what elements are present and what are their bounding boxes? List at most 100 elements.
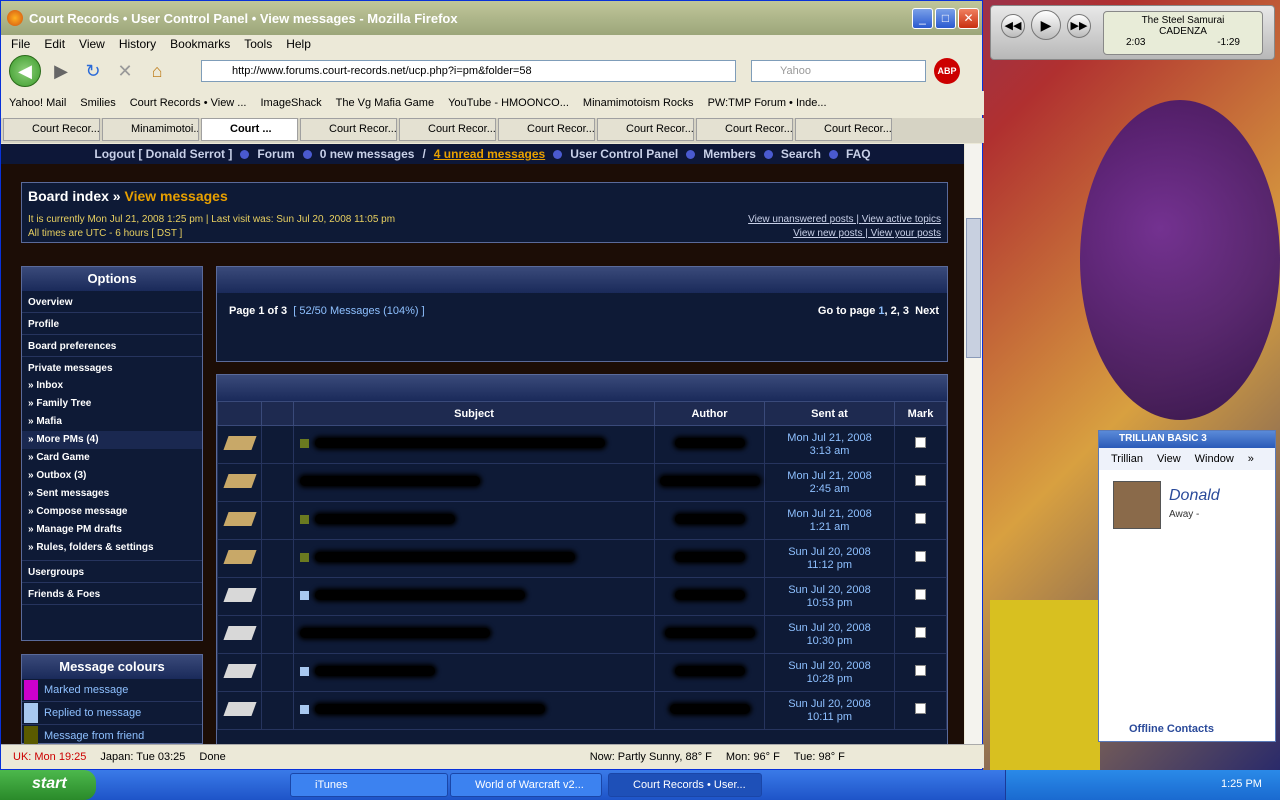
url-bar[interactable]: http://www.forums.court-records.net/ucp.… xyxy=(201,60,736,82)
option-profile[interactable]: Profile xyxy=(22,313,202,335)
forum-link[interactable]: Forum xyxy=(257,147,294,161)
table-row[interactable]: Mon Jul 21, 2008 2:45 am xyxy=(217,463,947,502)
author-cell[interactable] xyxy=(654,691,765,730)
tab-2[interactable]: Minamimotoi... xyxy=(102,118,199,141)
author-cell[interactable] xyxy=(654,463,765,502)
subject-cell[interactable] xyxy=(293,501,655,540)
subject-cell[interactable] xyxy=(293,691,655,730)
option-friends-foes[interactable]: Friends & Foes xyxy=(22,583,202,605)
trillian-menu-window[interactable]: Window xyxy=(1195,453,1234,465)
menu-bookmarks[interactable]: Bookmarks xyxy=(170,37,230,51)
pm-drafts[interactable]: » Manage PM drafts xyxy=(22,521,202,539)
bookmark-vg-mafia[interactable]: The Vg Mafia Game xyxy=(336,97,434,109)
minimize-button[interactable]: _ xyxy=(912,8,933,29)
tab-9[interactable]: Court Recor... xyxy=(795,118,892,141)
page-3-link[interactable]: 3 xyxy=(903,305,909,317)
menu-history[interactable]: History xyxy=(119,37,156,51)
mark-checkbox[interactable] xyxy=(915,589,926,600)
unread-messages-link[interactable]: 4 unread messages xyxy=(434,147,545,161)
bookmark-imageshack[interactable]: ImageShack xyxy=(260,97,321,109)
pm-inbox[interactable]: » Inbox xyxy=(22,377,202,395)
logout-link[interactable]: Logout [ Donald Serrot ] xyxy=(94,147,232,161)
menu-edit[interactable]: Edit xyxy=(44,37,65,51)
subject-cell[interactable] xyxy=(293,463,655,502)
unanswered-posts-link[interactable]: View unanswered posts xyxy=(748,214,853,225)
subject-cell[interactable] xyxy=(293,425,655,464)
trillian-status[interactable]: Away - xyxy=(1169,509,1199,520)
offline-contacts-group[interactable]: Offline Contacts xyxy=(1129,723,1214,735)
your-posts-link[interactable]: View your posts xyxy=(871,228,941,239)
table-row[interactable]: Sun Jul 20, 2008 11:12 pm xyxy=(217,539,947,578)
search-input[interactable]: Yahoo xyxy=(751,60,926,82)
author-cell[interactable] xyxy=(654,425,765,464)
forward-button[interactable]: ▶ xyxy=(49,59,73,83)
mark-checkbox[interactable] xyxy=(915,703,926,714)
members-link[interactable]: Members xyxy=(703,147,756,161)
tab-6[interactable]: Court Recor... xyxy=(498,118,595,141)
tab-1[interactable]: Court Recor... xyxy=(3,118,100,141)
page-1-link[interactable]: 1 xyxy=(878,305,884,317)
search-link[interactable]: Search xyxy=(781,147,821,161)
trillian-menu-trillian[interactable]: Trillian xyxy=(1111,453,1143,465)
bookmark-court-records[interactable]: Court Records • View ... xyxy=(130,97,247,109)
pm-family-tree[interactable]: » Family Tree xyxy=(22,395,202,413)
trillian-menu-more[interactable]: » xyxy=(1248,453,1254,465)
menu-tools[interactable]: Tools xyxy=(244,37,272,51)
mark-checkbox[interactable] xyxy=(915,513,926,524)
taskbar-wow[interactable]: World of Warcraft v2... xyxy=(450,773,602,797)
tab-5[interactable]: Court Recor... xyxy=(399,118,496,141)
subject-cell[interactable] xyxy=(293,615,655,654)
back-button[interactable]: ◀ xyxy=(9,55,41,87)
menu-view[interactable]: View xyxy=(79,37,105,51)
maximize-button[interactable]: □ xyxy=(935,8,956,29)
start-button[interactable]: start xyxy=(0,770,96,800)
author-cell[interactable] xyxy=(654,501,765,540)
bookmark-minamimotoism[interactable]: Minamimotoism Rocks xyxy=(583,97,694,109)
tab-4[interactable]: Court Recor... xyxy=(300,118,397,141)
pm-rules[interactable]: » Rules, folders & settings xyxy=(22,539,202,561)
previous-track-button[interactable]: ◀◀ xyxy=(1001,14,1025,38)
menu-help[interactable]: Help xyxy=(286,37,311,51)
tab-8[interactable]: Court Recor... xyxy=(696,118,793,141)
new-posts-link[interactable]: View new posts xyxy=(793,228,862,239)
table-row[interactable]: Sun Jul 20, 2008 10:28 pm xyxy=(217,653,947,692)
option-overview[interactable]: Overview xyxy=(22,291,202,313)
table-row[interactable]: Sun Jul 20, 2008 10:30 pm xyxy=(217,615,947,654)
next-track-button[interactable]: ▶▶ xyxy=(1067,14,1091,38)
author-cell[interactable] xyxy=(654,615,765,654)
faq-link[interactable]: FAQ xyxy=(846,147,871,161)
table-row[interactable]: Sun Jul 20, 2008 10:53 pm xyxy=(217,577,947,616)
bookmark-yahoo-mail[interactable]: Yahoo! Mail xyxy=(9,97,66,109)
trillian-menu-view[interactable]: View xyxy=(1157,453,1181,465)
board-index-link[interactable]: Board index xyxy=(28,188,109,204)
adblock-button[interactable]: ABP xyxy=(934,58,960,84)
table-row[interactable]: Mon Jul 21, 2008 3:13 am xyxy=(217,425,947,464)
scrollbar-thumb[interactable] xyxy=(966,218,981,358)
page-2-link[interactable]: 2 xyxy=(891,305,897,317)
menu-file[interactable]: File xyxy=(11,37,30,51)
option-usergroups[interactable]: Usergroups xyxy=(22,561,202,583)
active-topics-link[interactable]: View active topics xyxy=(862,214,941,225)
table-row[interactable]: Sun Jul 20, 2008 10:11 pm xyxy=(217,691,947,730)
tab-7[interactable]: Court Recor... xyxy=(597,118,694,141)
pm-more-pms[interactable]: » More PMs (4) xyxy=(22,431,202,449)
mark-checkbox[interactable] xyxy=(915,551,926,562)
subject-cell[interactable] xyxy=(293,539,655,578)
play-button[interactable]: ▶ xyxy=(1031,10,1061,40)
close-button[interactable]: ✕ xyxy=(958,8,979,29)
subject-cell[interactable] xyxy=(293,577,655,616)
bookmark-pwtmp-forum[interactable]: PW:TMP Forum • Inde... xyxy=(708,97,827,109)
author-cell[interactable] xyxy=(654,539,765,578)
avatar[interactable] xyxy=(1113,481,1161,529)
tab-active[interactable]: Court ... xyxy=(201,118,298,141)
pm-section-title[interactable]: Private messages xyxy=(22,357,202,377)
subject-cell[interactable] xyxy=(293,653,655,692)
author-cell[interactable] xyxy=(654,577,765,616)
home-button[interactable]: ⌂ xyxy=(145,59,169,83)
table-row[interactable]: Mon Jul 21, 2008 1:21 am xyxy=(217,501,947,540)
next-page-link[interactable]: Next xyxy=(915,305,939,317)
bookmark-smilies[interactable]: Smilies xyxy=(80,97,115,109)
page-scrollbar[interactable] xyxy=(965,144,982,744)
pm-sent[interactable]: » Sent messages xyxy=(22,485,202,503)
pm-mafia[interactable]: » Mafia xyxy=(22,413,202,431)
